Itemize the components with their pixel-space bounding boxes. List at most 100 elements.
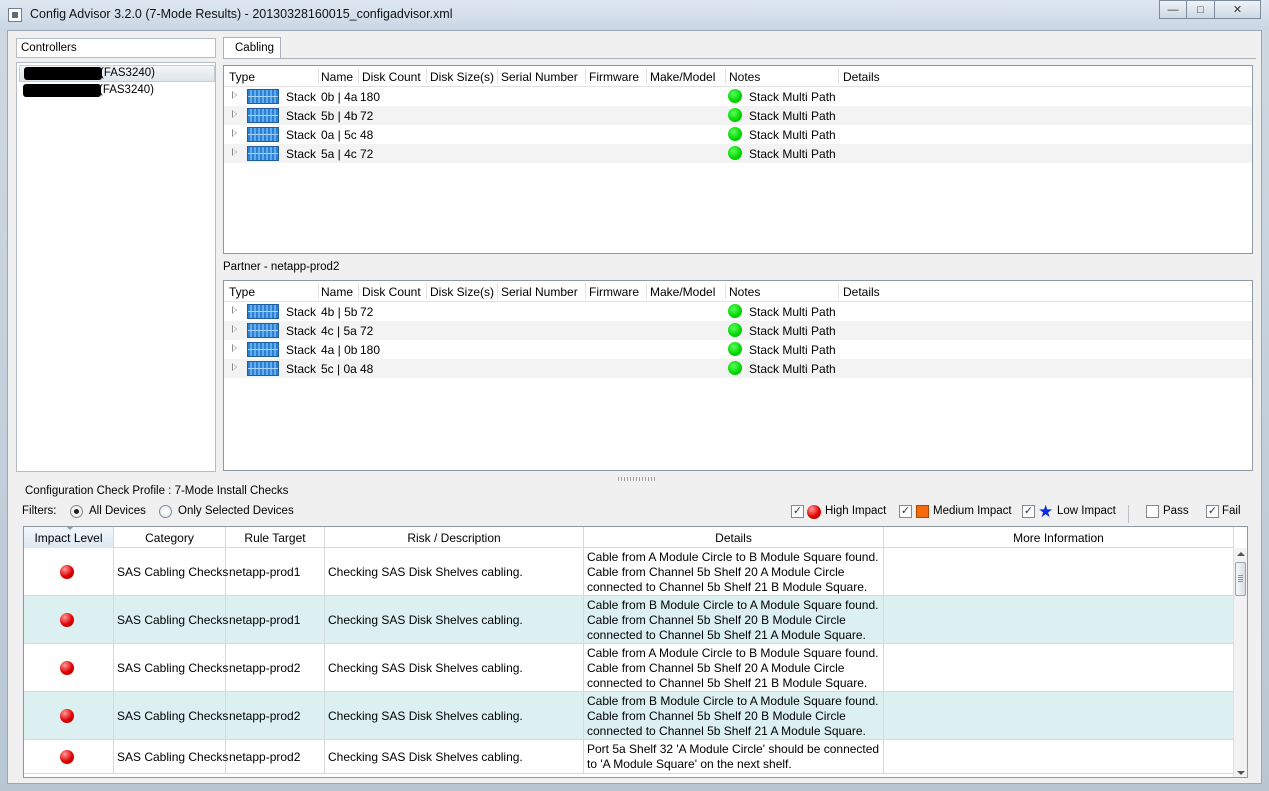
col-header-risk-description[interactable]: Risk / Description <box>325 527 584 548</box>
col-header-type[interactable]: Type <box>229 285 255 299</box>
results-vertical-scrollbar[interactable] <box>1233 548 1247 777</box>
close-button[interactable]: ✕ <box>1215 0 1261 19</box>
column-separator[interactable] <box>358 68 359 84</box>
low-impact-star-icon: ★ <box>1038 502 1054 521</box>
high-impact-icon <box>60 660 74 675</box>
expand-triangle-icon[interactable] <box>232 129 237 137</box>
stack-row[interactable]: Stack 0b | 4a 180 Stack Multi Path <box>224 87 1252 106</box>
result-row[interactable]: SAS Cabling Checks netapp-prod1 Checking S… <box>24 596 1234 644</box>
col-header-details[interactable]: Details <box>843 285 880 299</box>
stack-row[interactable]: Stack 0a | 5c 48 Stack Multi Path <box>224 125 1252 144</box>
col-header-more-information[interactable]: More Information <box>884 527 1234 548</box>
tab-cabling[interactable]: Cabling <box>223 37 281 59</box>
expand-triangle-icon[interactable] <box>232 344 237 352</box>
disk-shelf-icon <box>247 304 279 319</box>
app-icon <box>8 8 22 22</box>
stack-row[interactable]: Stack 4c | 5a 72 Stack Multi Path <box>224 321 1252 340</box>
controller-item-2[interactable]: (FAS3240) <box>19 83 215 100</box>
col-header-notes[interactable]: Notes <box>729 70 760 84</box>
col-header-disk-sizes[interactable]: Disk Size(s) <box>430 285 494 299</box>
col-header-name[interactable]: Name <box>321 285 353 299</box>
col-header-details[interactable]: Details <box>584 527 884 548</box>
col-header-name[interactable]: Name <box>321 70 353 84</box>
filters-label: Filters: <box>22 505 57 517</box>
scroll-up-arrow-icon[interactable] <box>1237 552 1245 556</box>
expand-triangle-icon[interactable] <box>232 306 237 314</box>
controller-item-1[interactable]: (FAS3240) <box>19 65 215 82</box>
results-table: Impact Level Category Rule Target Risk / De… <box>23 526 1248 778</box>
stack-row[interactable]: Stack 4b | 5b 72 Stack Multi Path <box>224 302 1252 321</box>
stack-row[interactable]: Stack 5a | 4c 72 Stack Multi Path <box>224 144 1252 163</box>
cell-risk-description: Checking SAS Disk Shelves cabling. <box>325 548 584 595</box>
column-separator[interactable] <box>497 283 498 299</box>
scroll-down-arrow-icon[interactable] <box>1237 771 1245 775</box>
filter-divider <box>1128 505 1129 523</box>
column-separator[interactable] <box>497 68 498 84</box>
high-impact-checkbox[interactable]: ✓ <box>791 505 804 518</box>
col-header-disk-count[interactable]: Disk Count <box>362 70 421 84</box>
col-header-serial-number[interactable]: Serial Number <box>501 285 578 299</box>
fail-checkbox[interactable]: ✓ <box>1206 505 1219 518</box>
pass-checkbox[interactable] <box>1146 505 1159 518</box>
col-header-serial-number[interactable]: Serial Number <box>501 70 578 84</box>
result-row[interactable]: SAS Cabling Checks netapp-prod1 Checking S… <box>24 548 1234 596</box>
stack-row[interactable]: Stack 4a | 0b 180 Stack Multi Path <box>224 340 1252 359</box>
stack-row[interactable]: Stack 5c | 0a 48 Stack Multi Path <box>224 359 1252 378</box>
minimize-button[interactable]: — <box>1159 0 1187 19</box>
column-separator[interactable] <box>646 68 647 84</box>
column-separator[interactable] <box>838 283 839 299</box>
column-separator[interactable] <box>838 68 839 84</box>
result-row[interactable]: SAS Cabling Checks netapp-prod2 Checking S… <box>24 692 1234 740</box>
column-separator[interactable] <box>585 283 586 299</box>
col-header-impact-level[interactable]: Impact Level <box>24 527 114 548</box>
low-impact-checkbox[interactable]: ✓ <box>1022 505 1035 518</box>
expand-triangle-icon[interactable] <box>232 363 237 371</box>
stack-row[interactable]: Stack 5b | 4b 72 Stack Multi Path <box>224 106 1252 125</box>
details-line: Cable from A Module Circle to B Module S… <box>587 550 879 564</box>
maximize-button[interactable]: □ <box>1187 0 1215 19</box>
column-separator[interactable] <box>426 283 427 299</box>
column-separator[interactable] <box>725 283 726 299</box>
details-line: Cable from B Module Circle to A Module S… <box>587 598 879 612</box>
only-selected-devices-radio[interactable] <box>159 505 172 518</box>
stack-disk-count: 48 <box>360 362 374 376</box>
result-target: netapp-prod1 <box>229 564 301 579</box>
col-header-details[interactable]: Details <box>843 70 880 84</box>
disk-shelf-icon <box>247 89 279 104</box>
medium-impact-checkbox[interactable]: ✓ <box>899 505 912 518</box>
expand-triangle-icon[interactable] <box>232 110 237 118</box>
result-risk: Checking SAS Disk Shelves cabling. <box>328 708 523 723</box>
all-devices-radio[interactable] <box>70 505 83 518</box>
expand-triangle-icon[interactable] <box>232 148 237 156</box>
partner-label: Partner - netapp-prod2 <box>223 261 340 273</box>
high-impact-icon <box>60 749 74 764</box>
splitter-handle[interactable] <box>618 477 656 481</box>
column-separator[interactable] <box>585 68 586 84</box>
col-header-category[interactable]: Category <box>114 527 226 548</box>
col-header-notes[interactable]: Notes <box>729 285 760 299</box>
result-row[interactable]: SAS Cabling Checks netapp-prod2 Checking S… <box>24 740 1234 774</box>
result-target: netapp-prod1 <box>229 612 301 627</box>
col-header-disk-count[interactable]: Disk Count <box>362 285 421 299</box>
column-separator[interactable] <box>318 283 319 299</box>
cell-more-information <box>884 692 1234 739</box>
col-header-type[interactable]: Type <box>229 70 255 84</box>
col-header-disk-sizes[interactable]: Disk Size(s) <box>430 70 494 84</box>
column-separator[interactable] <box>646 283 647 299</box>
result-row[interactable]: SAS Cabling Checks netapp-prod2 Checking S… <box>24 644 1234 692</box>
column-separator[interactable] <box>318 68 319 84</box>
expand-triangle-icon[interactable] <box>232 325 237 333</box>
stack-notes: Stack Multi Path <box>749 147 836 161</box>
column-separator[interactable] <box>358 283 359 299</box>
column-separator[interactable] <box>725 68 726 84</box>
col-header-firmware[interactable]: Firmware <box>589 285 639 299</box>
col-header-make-model[interactable]: Make/Model <box>650 285 715 299</box>
results-header: Impact Level Category Rule Target Risk / De… <box>24 527 1234 548</box>
col-header-firmware[interactable]: Firmware <box>589 70 639 84</box>
col-header-make-model[interactable]: Make/Model <box>650 70 715 84</box>
expand-triangle-icon[interactable] <box>232 91 237 99</box>
stack-table-header: Type Name Disk Count Disk Size(s) Serial Num… <box>224 281 1252 302</box>
scrollbar-thumb[interactable] <box>1235 562 1246 596</box>
column-separator[interactable] <box>426 68 427 84</box>
col-header-rule-target[interactable]: Rule Target <box>226 527 325 548</box>
